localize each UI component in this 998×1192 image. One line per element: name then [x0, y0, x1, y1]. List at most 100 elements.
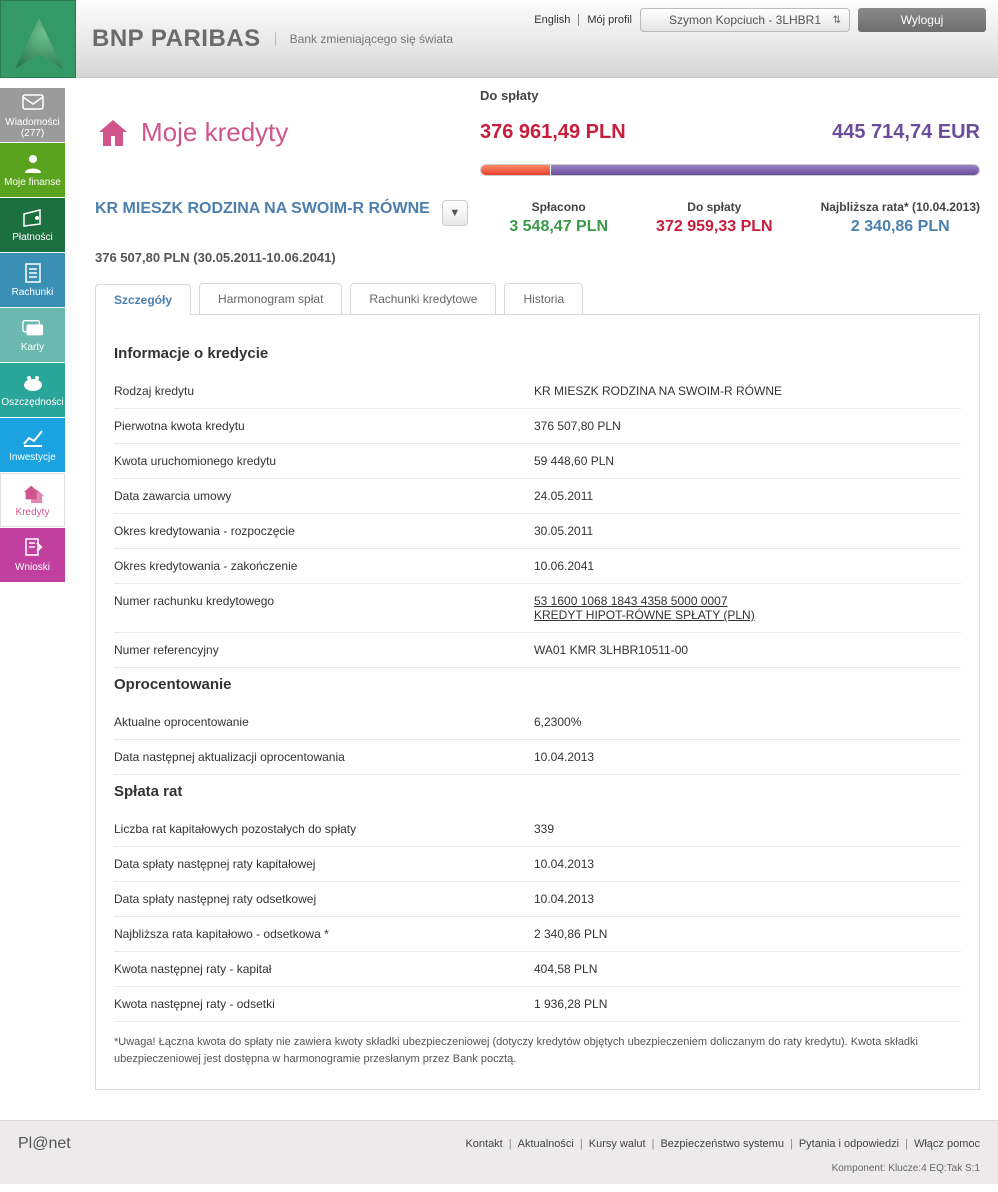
account-link[interactable]: 53 1600 1068 1843 4358 5000 0007 [534, 594, 728, 608]
page-title: Moje kredyty [141, 117, 288, 148]
credit-dropdown-button[interactable]: ▼ [442, 200, 468, 226]
info-row: Kwota uruchomionego kredytu59 448,60 PLN [114, 444, 961, 479]
credit-col-label: Najbliższa rata* (10.04.2013) [821, 200, 980, 214]
credit-col-label: Do spłaty [656, 200, 773, 214]
sidebar-icon [22, 427, 44, 449]
english-link[interactable]: English [534, 14, 570, 26]
divider: | [580, 1138, 583, 1150]
info-label: Data spłaty następnej raty odsetkowej [114, 892, 534, 906]
info-row: Liczba rat kapitałowych pozostałych do s… [114, 812, 961, 847]
info-label: Okres kredytowania - zakończenie [114, 559, 534, 573]
sidebar-item-płatności[interactable]: Płatności [0, 198, 65, 252]
info-value: 24.05.2011 [534, 489, 961, 503]
info-value: 59 448,60 PLN [534, 454, 961, 468]
footer-brand: Pl@net [18, 1135, 71, 1153]
credit-col-value: 372 959,33 PLN [656, 218, 773, 236]
info-label: Okres kredytowania - rozpoczęcie [114, 524, 534, 538]
info-value: WA01 KMR 3LHBR10511-00 [534, 643, 961, 657]
sidebar-icon [22, 317, 44, 339]
divider: | [652, 1138, 655, 1150]
top-controls: English Mój profil Szymon Kopciuch - 3LH… [534, 0, 986, 32]
sidebar: Wiadomości (277)Moje finansePłatności Rac… [0, 78, 77, 1120]
info-label: Data następnej aktualizacji oprocentowan… [114, 750, 534, 764]
top-header: BNP PARIBAS Bank zmieniającego się świat… [0, 0, 998, 78]
progress-seg-eur [551, 165, 979, 175]
info-label: Liczba rat kapitałowych pozostałych do s… [114, 822, 534, 836]
footer-link-bezpieczeństwo-systemu[interactable]: Bezpieczeństwo systemu [660, 1138, 784, 1150]
footer-link-kursy-walut[interactable]: Kursy walut [589, 1138, 646, 1150]
layout: Wiadomości (277)Moje finansePłatności Rac… [0, 78, 998, 1120]
credit-summary-cols: Spłacono3 548,47 PLNDo spłaty372 959,33 … [509, 200, 980, 236]
sidebar-item-label: Kredyty [16, 507, 50, 518]
amount-pln: 376 961,49 PLN [480, 121, 626, 144]
sidebar-icon [22, 92, 44, 114]
account-link[interactable]: KREDYT HIPOT-RÓWNE SPŁATY (PLN) [534, 608, 755, 622]
sidebar-item-label: Rachunki [12, 287, 54, 298]
divider: | [905, 1138, 908, 1150]
info-value: 10.06.2041 [534, 559, 961, 573]
info-row: Kwota następnej raty - kapitał404,58 PLN [114, 952, 961, 987]
info-label: Kwota uruchomionego kredytu [114, 454, 534, 468]
info-value: KR MIESZK RODZINA NA SWOIM-R RÓWNE [534, 384, 961, 398]
sidebar-icon [22, 262, 44, 284]
info-value: 1 936,28 PLN [534, 997, 961, 1011]
tab-harmonogram-spłat[interactable]: Harmonogram spłat [199, 283, 342, 314]
bank-tagline: Bank zmieniającego się świata [275, 32, 453, 46]
info-value: 10.04.2013 [534, 892, 961, 906]
sidebar-item-rachunki[interactable]: Rachunki [0, 253, 65, 307]
info-row: Data spłaty następnej raty odsetkowej10.… [114, 882, 961, 917]
info-label: Kwota następnej raty - odsetki [114, 997, 534, 1011]
footer-link-pytania-i-odpowiedzi[interactable]: Pytania i odpowiedzi [799, 1138, 899, 1150]
sidebar-icon [22, 372, 44, 394]
my-profile-link[interactable]: Mój profil [587, 14, 632, 26]
sidebar-item-wiadomości[interactable]: Wiadomości (277) [0, 88, 65, 142]
sidebar-icon [22, 537, 44, 559]
tab-szczegóły[interactable]: Szczegóły [95, 284, 191, 315]
to-repay-label: Do spłaty [480, 88, 980, 103]
info-value: 2 340,86 PLN [534, 927, 961, 941]
sidebar-item-label: Karty [21, 342, 44, 353]
progress-bar [480, 164, 980, 176]
credit-col-label: Spłacono [509, 200, 608, 214]
info-row: Data następnej aktualizacji oprocentowan… [114, 740, 961, 775]
info-value: 339 [534, 822, 961, 836]
info-value: 404,58 PLN [534, 962, 961, 976]
sidebar-icon [22, 482, 44, 504]
disclaimer-note: *Uwaga! Łączna kwota do spłaty nie zawie… [114, 1034, 961, 1067]
footer-link-włącz-pomoc[interactable]: Włącz pomoc [914, 1138, 980, 1150]
user-select[interactable]: Szymon Kopciuch - 3LHBR1 [640, 8, 850, 32]
credit-name[interactable]: KR MIESZK RODZINA NA SWOIM-R RÓWNE [95, 200, 430, 218]
info-row: Okres kredytowania - zakończenie10.06.20… [114, 549, 961, 584]
info-value: 30.05.2011 [534, 524, 961, 538]
info-row: Data spłaty następnej raty kapitałowej10… [114, 847, 961, 882]
tab-historia[interactable]: Historia [504, 283, 583, 314]
sidebar-item-label: Wnioski [15, 562, 50, 573]
to-repay-block: Do spłaty 376 961,49 PLN 445 714,74 EUR [480, 88, 980, 176]
info-row: Numer rachunku kredytowego53 1600 1068 1… [114, 584, 961, 633]
sidebar-item-moje[interactable]: Moje finanse [0, 143, 65, 197]
sidebar-item-inwestycje[interactable]: Inwestycje [0, 418, 65, 472]
user-select-label: Szymon Kopciuch - 3LHBR1 [669, 13, 821, 27]
info-label: Aktualne oprocentowanie [114, 715, 534, 729]
bank-name: BNP PARIBAS [92, 25, 261, 53]
footer-links: Kontakt | Aktualności | Kursy walut | Be… [465, 1138, 980, 1150]
info-label: Numer rachunku kredytowego [114, 594, 534, 622]
info-value: 10.04.2013 [534, 857, 961, 871]
progress-seg-pln [481, 165, 551, 175]
footer-link-aktualności[interactable]: Aktualności [518, 1138, 574, 1150]
logout-button[interactable]: Wyloguj [858, 8, 986, 32]
info-row: Rodzaj kredytuKR MIESZK RODZINA NA SWOIM… [114, 374, 961, 409]
info-value: 53 1600 1068 1843 4358 5000 0007KREDYT H… [534, 594, 961, 622]
info-row: Kwota następnej raty - odsetki1 936,28 P… [114, 987, 961, 1022]
sidebar-item-oszczędności[interactable]: Oszczędności [0, 363, 65, 417]
credit-header: KR MIESZK RODZINA NA SWOIM-R RÓWNE ▼ Spł… [95, 200, 980, 236]
sidebar-item-kredyty[interactable]: Kredyty [0, 473, 65, 527]
credit-col-value: 2 340,86 PLN [821, 218, 980, 236]
sidebar-item-wnioski[interactable]: Wnioski [0, 528, 65, 582]
credit-col: Do spłaty 372 959,33 PLN [656, 200, 773, 236]
divider: | [509, 1138, 512, 1150]
info-row: Numer referencyjnyWA01 KMR 3LHBR10511-00 [114, 633, 961, 668]
footer-link-kontakt[interactable]: Kontakt [465, 1138, 502, 1150]
sidebar-item-karty[interactable]: Karty [0, 308, 65, 362]
tab-rachunki-kredytowe[interactable]: Rachunki kredytowe [350, 283, 496, 314]
